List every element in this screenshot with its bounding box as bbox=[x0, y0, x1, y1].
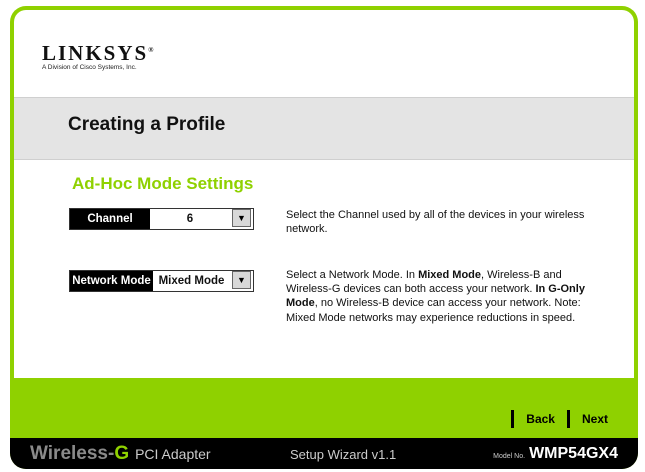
nav-buttons: Back Next bbox=[499, 410, 608, 428]
divider bbox=[511, 410, 515, 428]
title-band: Creating a Profile bbox=[14, 97, 634, 160]
product-g: G bbox=[114, 443, 130, 464]
divider bbox=[566, 410, 570, 428]
next-button[interactable]: Next bbox=[582, 412, 608, 426]
network-mode-value[interactable]: Mixed Mode bbox=[153, 271, 230, 291]
footer-bar: Wireless-G PCI Adapter Setup Wizard v1.1 … bbox=[10, 438, 638, 469]
product-name: Wireless-G PCI Adapter bbox=[30, 443, 211, 465]
page-title: Creating a Profile bbox=[68, 114, 226, 135]
chevron-down-icon[interactable]: ▼ bbox=[232, 209, 251, 227]
brand-name: LINKSYS bbox=[42, 41, 149, 65]
chevron-down-icon[interactable]: ▼ bbox=[232, 271, 251, 289]
channel-description: Select the Channel used by all of the de… bbox=[286, 209, 585, 236]
product-type: PCI Adapter bbox=[135, 446, 211, 462]
channel-label: Channel bbox=[70, 209, 150, 229]
desc-text: , no Wireless-B device can access your n… bbox=[286, 297, 581, 324]
channel-value[interactable]: 6 bbox=[150, 209, 230, 229]
channel-select[interactable]: Channel 6 ▼ bbox=[69, 208, 254, 230]
brand-tagline: A Division of Cisco Systems, Inc. bbox=[42, 64, 137, 71]
model-label: Model No. bbox=[493, 453, 526, 460]
network-mode-label: Network Mode bbox=[70, 271, 153, 291]
wizard-version: Setup Wizard v1.1 bbox=[290, 447, 397, 462]
section-title: Ad-Hoc Mode Settings bbox=[72, 174, 254, 193]
desc-text: Select a Network Mode. In bbox=[286, 269, 419, 281]
model-number: Model No. WMP54GX4 bbox=[493, 445, 618, 463]
back-button[interactable]: Back bbox=[526, 412, 555, 426]
linksys-logo: LINKSYS® A Division of Cisco Systems, In… bbox=[42, 41, 156, 72]
product-prefix: Wireless- bbox=[30, 443, 115, 464]
wizard-content: LINKSYS® A Division of Cisco Systems, In… bbox=[14, 10, 634, 378]
network-mode-select[interactable]: Network Mode Mixed Mode ▼ bbox=[69, 270, 254, 292]
model-value: WMP54GX4 bbox=[529, 445, 618, 462]
desc-bold: Mixed Mode bbox=[418, 269, 482, 281]
wizard-frame: LINKSYS® A Division of Cisco Systems, In… bbox=[10, 6, 638, 469]
network-mode-description: Select a Network Mode. In Mixed Mode, Wi… bbox=[286, 268, 606, 325]
